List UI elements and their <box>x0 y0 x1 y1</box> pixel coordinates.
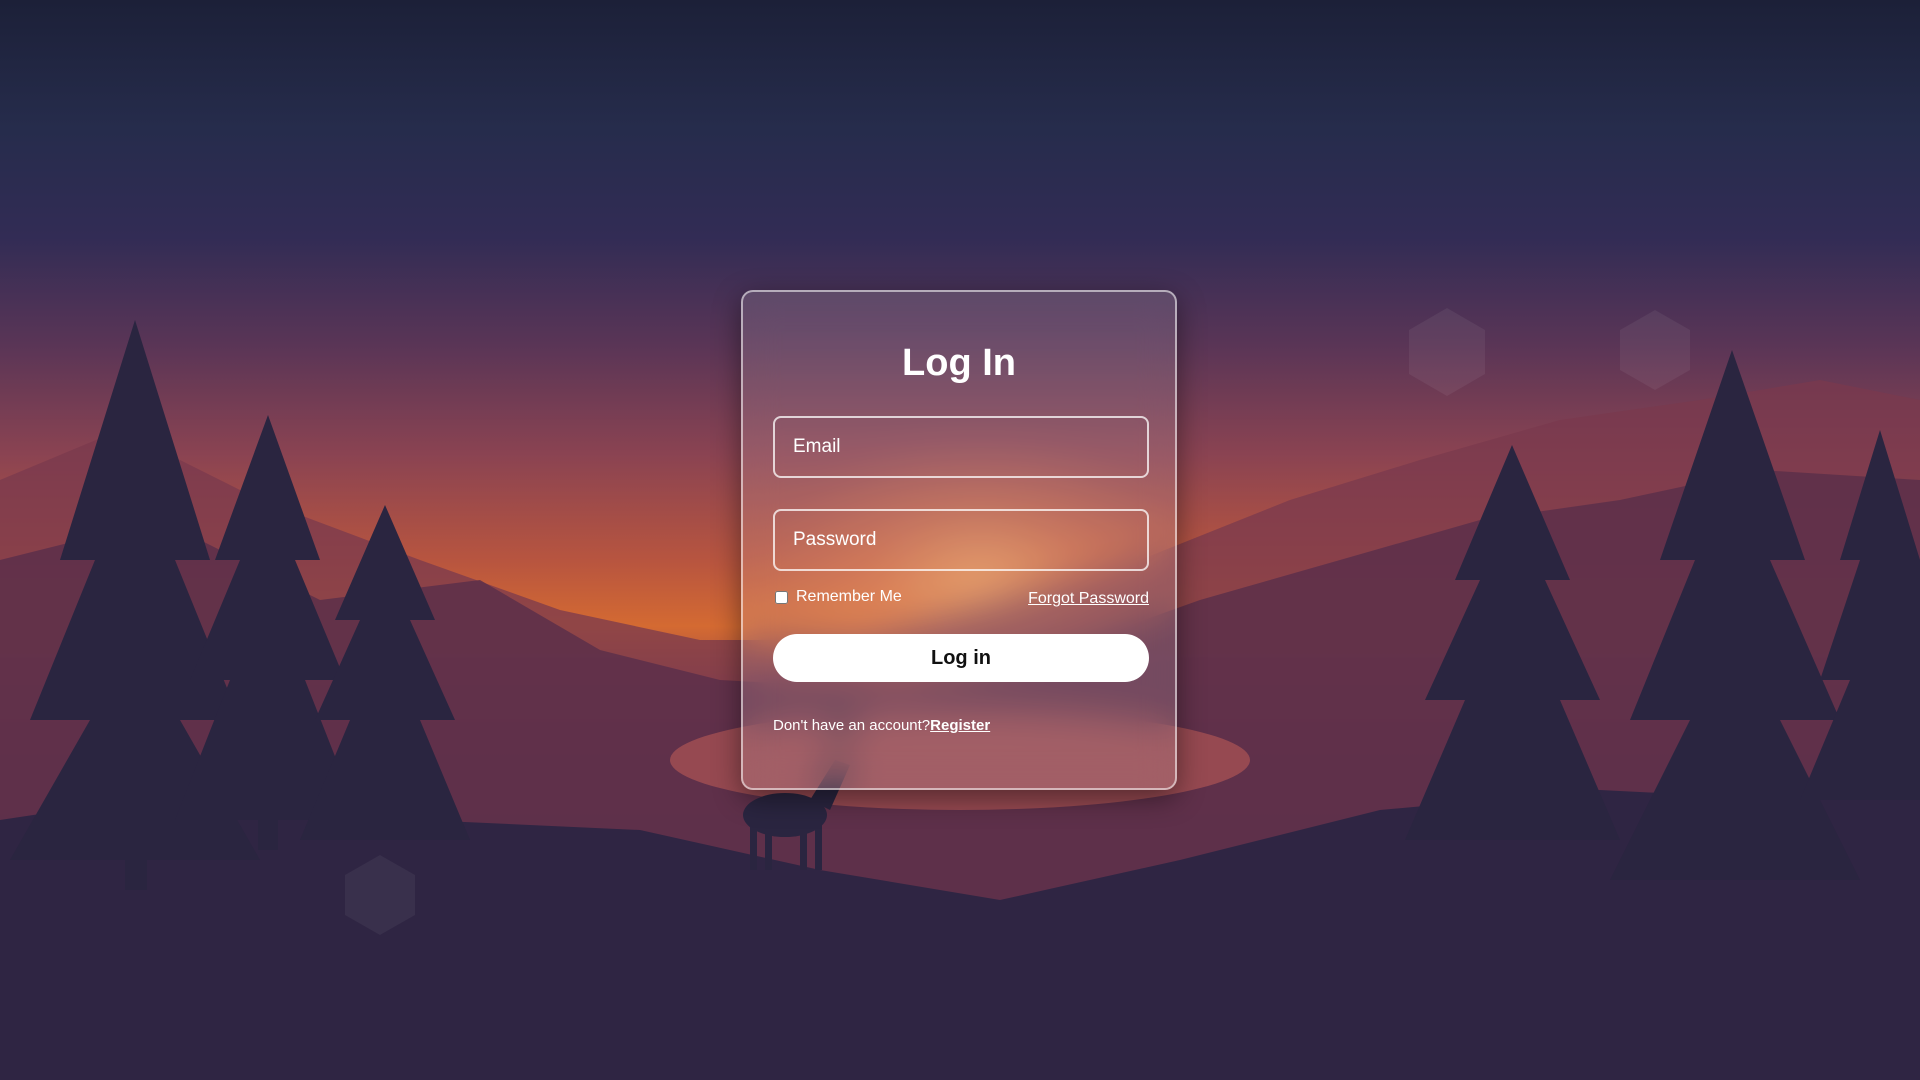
email-input[interactable] <box>773 416 1149 478</box>
login-options-row: Remember Me Forgot Password <box>773 588 1149 612</box>
bokeh-hexagon <box>1620 310 1690 390</box>
register-prompt-row: Don't have an account?Register <box>773 717 990 734</box>
remember-me-checkbox[interactable] <box>775 590 788 604</box>
bokeh-hexagon <box>1409 308 1485 396</box>
forgot-password-link[interactable]: Forgot Password <box>1028 590 1149 608</box>
left-trees <box>10 320 470 890</box>
register-prompt: Don't have an account? <box>773 717 931 734</box>
remember-me-label: Remember Me <box>796 588 902 605</box>
login-card: Log In Remember Me Forgot Password Log i… <box>741 290 1177 790</box>
remember-me[interactable]: Remember Me <box>773 588 902 606</box>
login-button[interactable]: Log in <box>773 634 1149 682</box>
login-title: Log In <box>902 342 1016 384</box>
register-link[interactable]: Register <box>930 717 990 734</box>
password-input[interactable] <box>773 509 1149 571</box>
